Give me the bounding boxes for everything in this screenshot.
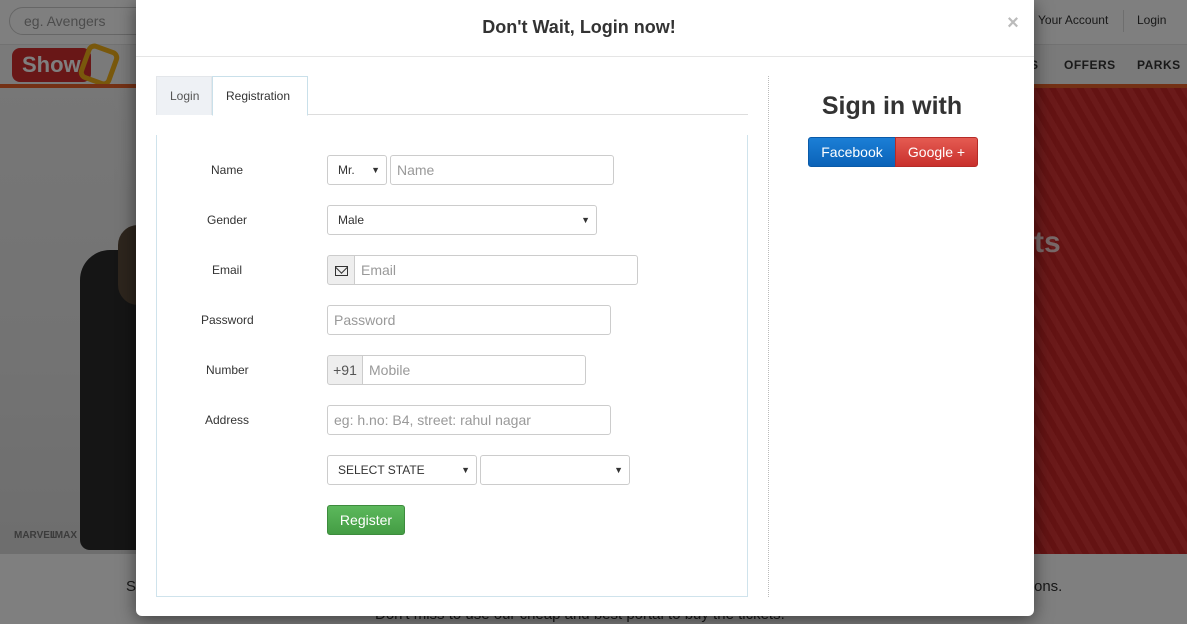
state-select-value: SELECT STATE: [338, 463, 425, 477]
tab-login[interactable]: Login: [156, 76, 212, 115]
envelope-icon-glyph: [334, 266, 348, 276]
modal-header: Don't Wait, Login now! ×: [136, 0, 1034, 57]
number-label: Number: [206, 363, 249, 377]
email-input[interactable]: Email: [354, 255, 638, 285]
chevron-down-icon: ▼: [371, 165, 380, 175]
city-select[interactable]: ▼: [480, 455, 630, 485]
country-code-addon: +91: [327, 355, 363, 385]
facebook-signin-button[interactable]: Facebook: [808, 137, 896, 167]
login-modal: Don't Wait, Login now! × Login Registrat…: [136, 0, 1034, 616]
chevron-down-icon: ▼: [581, 215, 590, 225]
password-label: Password: [201, 313, 254, 327]
state-select[interactable]: SELECT STATE ▼: [327, 455, 477, 485]
gender-select-value: Male: [338, 213, 365, 227]
name-input[interactable]: Name: [390, 155, 614, 185]
address-input[interactable]: eg: h.no: B4, street: rahul nagar: [327, 405, 611, 435]
envelope-icon: [327, 255, 355, 285]
title-select[interactable]: Mr. ▼: [327, 155, 387, 185]
gender-select[interactable]: Male ▼: [327, 205, 597, 235]
auth-tabs: Login Registration: [156, 76, 748, 116]
gender-label: Gender: [207, 213, 248, 227]
chevron-down-icon: ▼: [614, 465, 623, 475]
tab-registration[interactable]: Registration: [212, 76, 308, 116]
email-label: Email: [212, 263, 243, 277]
close-icon[interactable]: ×: [1002, 12, 1024, 34]
name-label: Name: [211, 163, 244, 177]
mobile-input[interactable]: Mobile: [362, 355, 586, 385]
social-signin-title: Sign in with: [821, 92, 963, 120]
password-input[interactable]: Password: [327, 305, 611, 335]
google-signin-button[interactable]: Google +: [895, 137, 978, 167]
title-select-value: Mr.: [338, 163, 355, 177]
chevron-down-icon: ▼: [461, 465, 470, 475]
column-divider: [768, 76, 769, 597]
modal-title: Don't Wait, Login now!: [482, 17, 676, 37]
register-button[interactable]: Register: [327, 505, 405, 535]
address-label: Address: [205, 413, 250, 427]
